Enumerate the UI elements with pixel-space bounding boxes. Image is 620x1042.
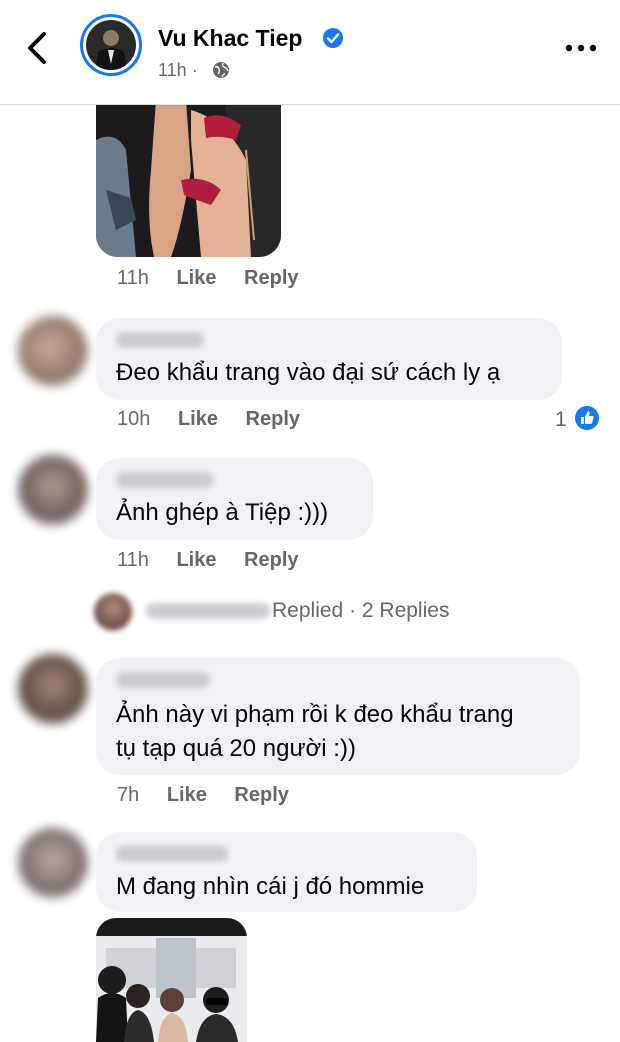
reply-link[interactable]: Reply [246,408,300,431]
comment-time: 11h [117,267,149,289]
globe-icon [213,62,229,78]
replied-label: Replied [272,599,344,622]
commenter-avatar[interactable] [18,654,88,724]
like-link[interactable]: Like [178,408,218,431]
comment-time: 11h [117,549,149,571]
post-header: Vu Khac Tiep 11h · [0,0,620,105]
commenter-name-blurred[interactable] [116,846,228,862]
commenter-avatar[interactable] [18,828,88,898]
comment-3-actions: 11h Like Reply [117,549,299,572]
reply-link[interactable]: Reply [244,549,298,572]
replies-text: Replied · 2 Replies [272,599,449,623]
time-separator: · [191,60,198,80]
commenter-name-blurred[interactable] [116,472,214,488]
replies-count: · 2 Replies [349,599,450,622]
comment-photo-attachment[interactable] [96,80,281,257]
commenter-name-blurred[interactable] [116,332,204,348]
commenter-avatar[interactable] [18,455,88,525]
verified-badge-icon [323,28,343,48]
replier-name-blurred [146,603,270,619]
profile-name[interactable]: Vu Khac Tiep [158,25,302,52]
comment-time: 10h [117,408,151,430]
comment-bubble: Ảnh này vi phạm rồi k đeo khẩu trang tụ … [96,658,580,775]
back-chevron-icon[interactable] [22,30,54,66]
profile-avatar[interactable] [80,14,142,76]
comment-bubble: Đeo khẩu trang vào đại sứ cách ly ạ [96,318,562,400]
like-link[interactable]: Like [176,549,216,572]
comment-time: 7h [117,784,140,806]
commenter-avatar[interactable] [18,316,88,386]
comment-bubble: Ảnh ghép à Tiệp :))) [96,458,373,540]
replier-avatar [94,593,132,631]
comment-photo-attachment[interactable] [96,918,247,1042]
comment-text: Ảnh ghép à Tiệp :))) [116,499,329,526]
comment-4-actions: 7h Like Reply [117,784,289,807]
reply-link[interactable]: Reply [244,267,298,290]
comment-text: Đeo khẩu trang vào đại sứ cách ly ạ [116,359,501,386]
commenter-name-blurred[interactable] [116,672,210,688]
comment-text-line-2: tụ tạp quá 20 người :)) [116,735,356,762]
comment-1-actions: 11h Like Reply [117,267,299,290]
comment-text-line-1: Ảnh này vi phạm rồi k đeo khẩu trang [116,701,514,728]
comment-2-actions: 10h Like Reply [117,408,300,431]
post-time[interactable]: 11h · [158,60,198,81]
reply-thread-summary[interactable]: Replied · 2 Replies [94,591,474,631]
like-link[interactable]: Like [176,267,216,290]
more-dots-icon[interactable] [564,41,598,55]
like-link[interactable]: Like [167,784,207,807]
like-reaction-icon[interactable] [575,406,599,430]
reply-link[interactable]: Reply [234,784,288,807]
post-time-value: 11h [158,60,187,80]
comment-bubble: M đang nhìn cái j đó hommie [96,832,477,912]
comment-text: M đang nhìn cái j đó hommie [116,873,425,900]
reaction-count[interactable]: 1 [555,408,567,432]
